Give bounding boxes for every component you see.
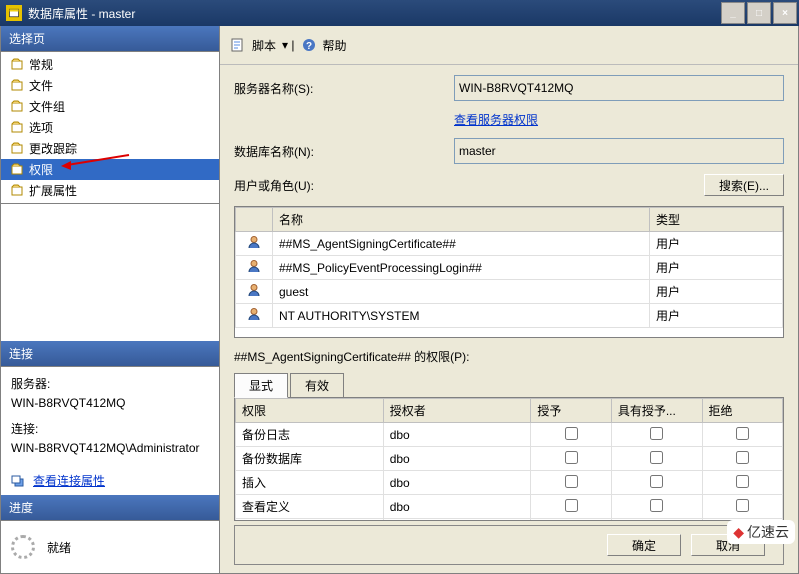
table-row[interactable]: ##MS_PolicyEventProcessingLogin##用户	[236, 256, 783, 280]
sidebar-item-3[interactable]: 选项	[1, 117, 219, 138]
page-tree: 常规文件文件组选项更改跟踪权限扩展属性	[1, 52, 219, 204]
col-name[interactable]: 名称	[273, 208, 650, 232]
grant-checkbox[interactable]	[565, 499, 578, 512]
app-icon	[6, 5, 22, 21]
col-type[interactable]: 类型	[650, 208, 783, 232]
page-icon	[9, 121, 25, 135]
script-button[interactable]: 脚本	[252, 37, 276, 54]
page-icon	[9, 142, 25, 156]
ok-button[interactable]: 确定	[607, 534, 681, 556]
col-perm[interactable]: 权限	[236, 399, 384, 423]
search-button[interactable]: 搜索(E)...	[704, 174, 784, 196]
deny-checkbox[interactable]	[736, 427, 749, 440]
col-deny[interactable]: 拒绝	[702, 399, 783, 423]
help-icon: ?	[301, 37, 317, 53]
users-label: 用户或角色(U):	[234, 177, 454, 194]
user-icon	[247, 235, 261, 249]
user-icon	[247, 307, 261, 321]
server-name-label: 服务器名称(S):	[234, 80, 454, 97]
left-nav-pane: 选择页 常规文件文件组选项更改跟踪权限扩展属性 连接 服务器: WIN-B8RV…	[1, 26, 220, 573]
help-button[interactable]: 帮助	[323, 37, 347, 54]
page-icon	[9, 79, 25, 93]
page-icon	[9, 163, 25, 177]
tab-effective[interactable]: 有效	[290, 373, 344, 398]
db-name-field	[454, 138, 784, 164]
conn-label: 连接:	[11, 420, 209, 439]
progress-spinner-icon	[11, 535, 35, 559]
col-with-grant[interactable]: 具有授予...	[611, 399, 702, 423]
permissions-label: ##MS_AgentSigningCertificate## 的权限(P):	[234, 348, 784, 365]
status-text: 就绪	[47, 539, 71, 556]
user-icon	[247, 283, 261, 297]
table-row[interactable]: 插入dbo	[236, 471, 783, 495]
right-pane: 脚本 ▾ | ? 帮助 服务器名称(S): 查看服务器权限 数据库名称(N):	[220, 26, 798, 573]
withgrant-checkbox[interactable]	[650, 475, 663, 488]
view-connection-link[interactable]: 查看连接属性	[33, 472, 105, 489]
link-icon	[11, 474, 27, 488]
view-server-perm-link[interactable]: 查看服务器权限	[454, 111, 538, 128]
sidebar-item-6[interactable]: 扩展属性	[1, 180, 219, 201]
permissions-grid[interactable]: 权限 授权者 授予 具有授予... 拒绝 备份日志dbo备份数据库dbo插入db…	[234, 397, 784, 521]
col-grant[interactable]: 授予	[531, 399, 611, 423]
table-row[interactable]: NT AUTHORITY\SYSTEM用户	[236, 304, 783, 328]
sidebar-item-2[interactable]: 文件组	[1, 96, 219, 117]
table-row[interactable]: 备份日志dbo	[236, 423, 783, 447]
server-value: WIN-B8RVQT412MQ	[11, 394, 209, 413]
sidebar-item-5[interactable]: 权限	[1, 159, 219, 180]
dialog-footer: 确定 取消	[234, 525, 784, 565]
col-grantor[interactable]: 授权者	[383, 399, 531, 423]
deny-checkbox[interactable]	[736, 499, 749, 512]
table-row[interactable]: guest用户	[236, 280, 783, 304]
table-row[interactable]: 查看数据库状态dbo	[236, 519, 783, 522]
progress-header: 进度	[1, 495, 219, 521]
script-icon	[230, 37, 246, 53]
select-page-header: 选择页	[1, 26, 219, 52]
table-row[interactable]: 查看定义dbo	[236, 495, 783, 519]
tab-explicit[interactable]: 显式	[234, 373, 288, 398]
dialog-window: 数据库属性 - master _ □ × 选择页 常规文件文件组选项更改跟踪权限…	[0, 0, 799, 574]
svg-text:?: ?	[305, 41, 311, 52]
grant-checkbox[interactable]	[565, 427, 578, 440]
server-label: 服务器:	[11, 375, 209, 394]
minimize-button[interactable]: _	[721, 2, 745, 24]
page-icon	[9, 100, 25, 114]
title-bar: 数据库属性 - master _ □ ×	[0, 0, 799, 26]
page-icon	[9, 58, 25, 72]
table-row[interactable]: ##MS_AgentSigningCertificate##用户	[236, 232, 783, 256]
user-icon	[247, 259, 261, 273]
grant-checkbox[interactable]	[565, 451, 578, 464]
deny-checkbox[interactable]	[736, 451, 749, 464]
maximize-button[interactable]: □	[747, 2, 771, 24]
deny-checkbox[interactable]	[736, 475, 749, 488]
toolbar: 脚本 ▾ | ? 帮助	[220, 26, 798, 65]
sidebar-item-0[interactable]: 常规	[1, 54, 219, 75]
db-name-label: 数据库名称(N):	[234, 143, 454, 160]
page-icon	[9, 184, 25, 198]
users-grid[interactable]: 名称 类型 ##MS_AgentSigningCertificate##用户##…	[234, 206, 784, 338]
conn-value: WIN-B8RVQT412MQ\Administrator	[11, 439, 209, 458]
cancel-button[interactable]: 取消	[691, 534, 765, 556]
sidebar-item-4[interactable]: 更改跟踪	[1, 138, 219, 159]
window-title: 数据库属性 - master	[26, 5, 721, 22]
grant-checkbox[interactable]	[565, 475, 578, 488]
annotation-note: 根据实际情况，自行选择！	[235, 328, 783, 338]
withgrant-checkbox[interactable]	[650, 499, 663, 512]
withgrant-checkbox[interactable]	[650, 427, 663, 440]
connection-header: 连接	[1, 341, 219, 367]
close-button[interactable]: ×	[773, 2, 797, 24]
toolbar-sep: ▾ |	[282, 38, 294, 52]
server-name-field	[454, 75, 784, 101]
sidebar-item-1[interactable]: 文件	[1, 75, 219, 96]
connection-info: 服务器: WIN-B8RVQT412MQ 连接: WIN-B8RVQT412MQ…	[1, 367, 219, 466]
table-row[interactable]: 备份数据库dbo	[236, 447, 783, 471]
withgrant-checkbox[interactable]	[650, 451, 663, 464]
